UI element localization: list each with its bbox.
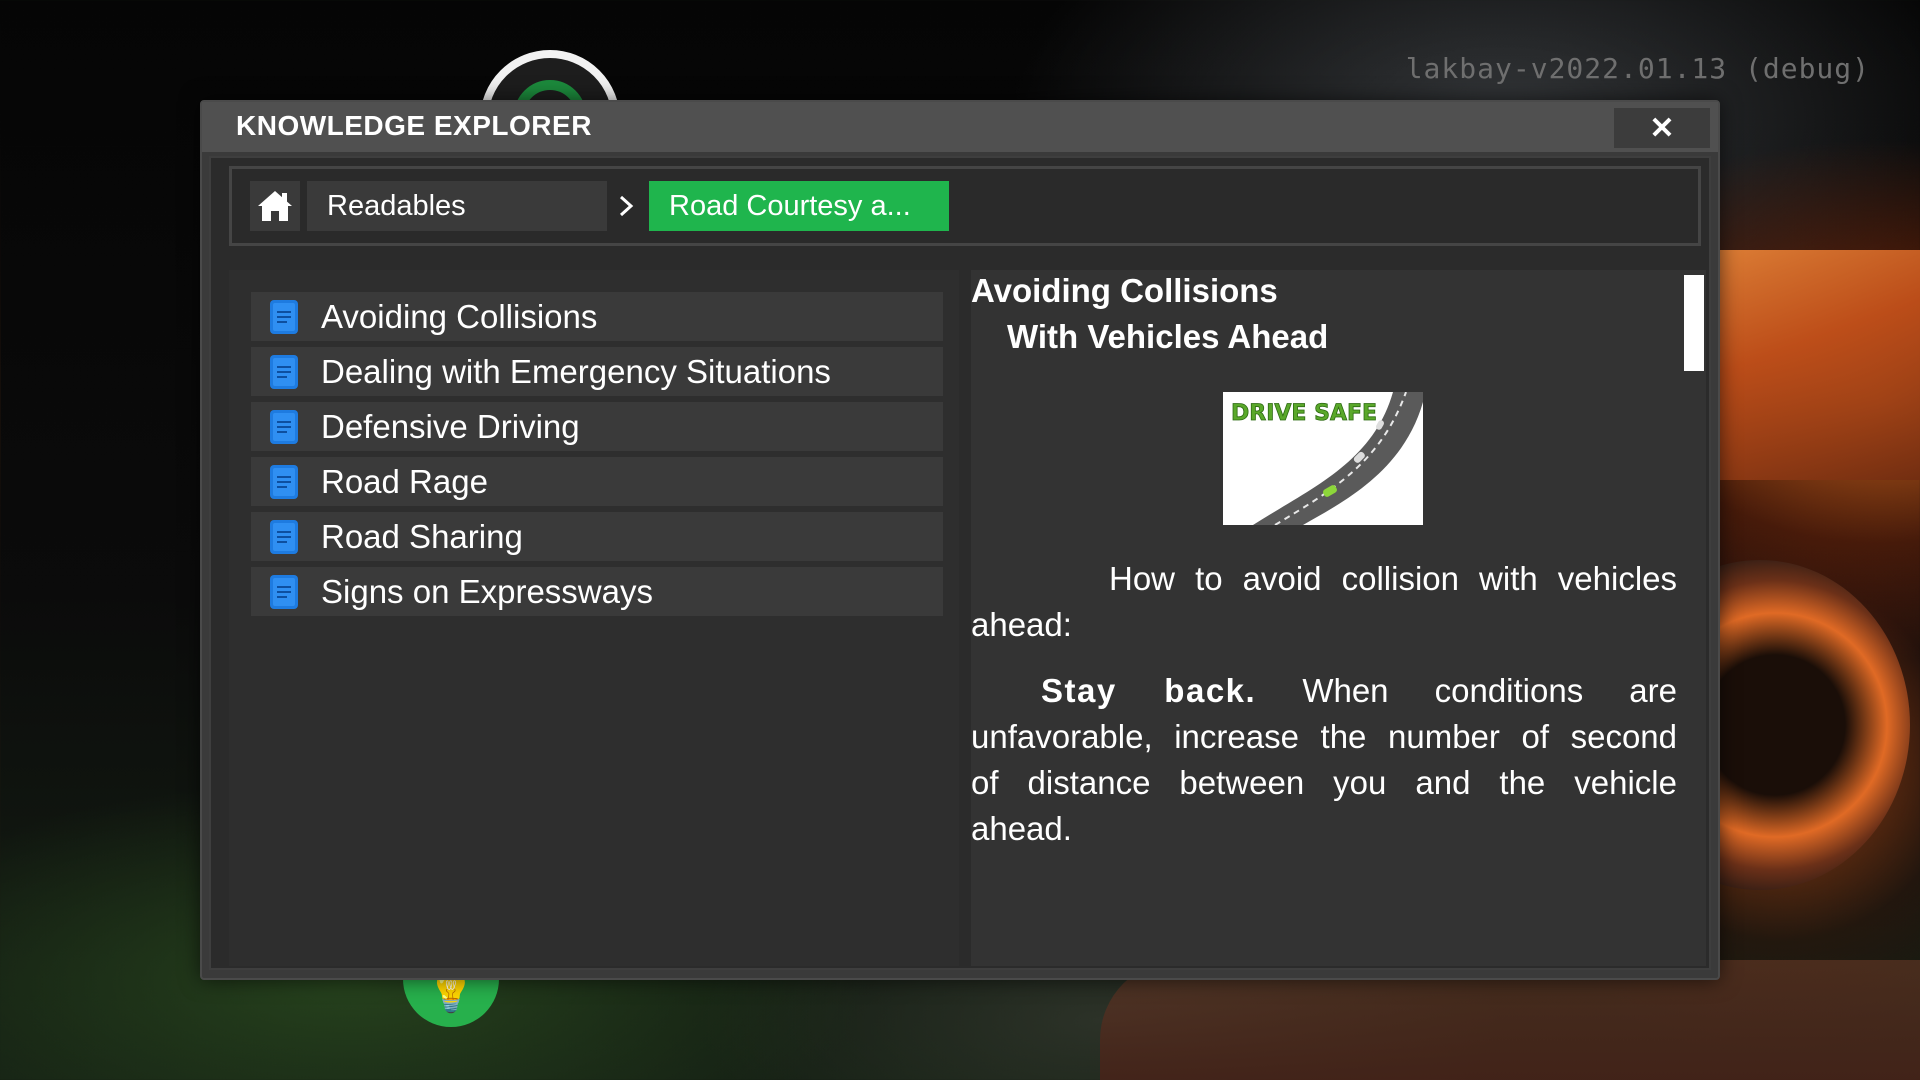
reader-title: Avoiding Collisions [971,272,1278,309]
document-icon [270,354,298,389]
drive-safe-image: DRIVE SAFE [1223,392,1423,525]
reader-panel[interactable]: Avoiding Collisions With Vehicles Ahead … [971,270,1706,966]
list-item[interactable]: Signs on Expressways [251,567,943,616]
document-icon [270,519,298,554]
list-item-label: Avoiding Collisions [321,297,598,335]
reader-paragraph-bold: Stay back. [1041,672,1257,709]
list-item-label: Road Sharing [321,517,523,555]
chevron-right-icon [618,181,634,231]
home-icon [258,191,292,221]
breadcrumb: Readables Road Courtesy a... [229,166,1701,246]
list-item-label: Road Rage [321,462,488,500]
window-titlebar: KNOWLEDGE EXPLORER ✕ [202,102,1718,152]
reader-paragraph: Stay back. When conditions are unfavorab… [971,668,1677,852]
breadcrumb-readables[interactable]: Readables [307,181,607,231]
knowledge-explorer-window: KNOWLEDGE EXPLORER ✕ Readables Road Cour… [200,100,1720,980]
list-item-label: Dealing with Emergency Situations [321,352,831,390]
list-item[interactable]: Defensive Driving [251,402,943,451]
home-button[interactable] [250,181,300,231]
list-item[interactable]: Road Sharing [251,512,943,561]
list-item-label: Signs on Expressways [321,572,653,610]
window-content: Readables Road Courtesy a... Avoiding Co… [209,156,1711,970]
list-item[interactable]: Road Rage [251,457,943,506]
list-item[interactable]: Avoiding Collisions [251,292,943,341]
reader-intro: How to avoid collision with vehicles ahe… [971,560,1677,643]
reader-scrollbar[interactable] [1684,275,1704,371]
close-button[interactable]: ✕ [1614,108,1710,148]
list-item[interactable]: Dealing with Emergency Situations [251,347,943,396]
window-title: KNOWLEDGE EXPLORER [236,110,592,141]
drive-safe-image-text: DRIVE SAFE [1231,401,1377,426]
document-icon [270,574,298,609]
version-label: lakbay-v2022.01.13 (debug) [1405,52,1870,85]
document-icon [270,464,298,499]
breadcrumb-current[interactable]: Road Courtesy a... [649,181,949,231]
reader-subtitle: With Vehicles Ahead [1007,318,1329,355]
document-icon [270,409,298,444]
document-icon [270,299,298,334]
readables-list: Avoiding Collisions Dealing with Emergen… [229,270,959,966]
list-item-label: Defensive Driving [321,407,580,445]
background-car-light [1700,250,1920,480]
